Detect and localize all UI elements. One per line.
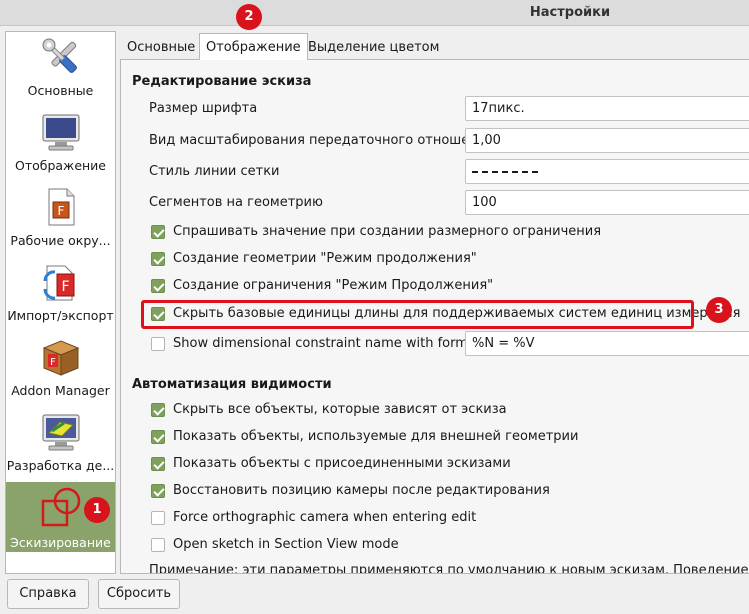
gear-scale-label: Вид масштабирования передаточного отноше… [149,133,494,148]
format-field[interactable]: %N = %V [465,331,749,356]
sidebar: Основные Отображение F Рабочие окру... F… [5,31,116,574]
tab-display[interactable]: Отображение [199,33,308,60]
checkbox[interactable] [151,430,165,444]
wrench-screwdriver-icon [42,38,77,73]
help-button[interactable]: Справка [7,579,89,609]
svg-text:F: F [58,204,65,218]
checkbox-label: Восстановить позицию камеры после редакт… [173,483,550,498]
segments-value: 100 [472,195,497,210]
note-text: Примечание: эти параметры применяются по… [149,563,749,574]
checkbox[interactable] [151,337,165,351]
sidebar-item-workbenches[interactable]: F Рабочие окру... [6,182,115,256]
sidebar-item-label: Эскизирование [10,535,111,550]
checkbox[interactable] [151,511,165,525]
section-title-editing: Редактирование эскиза [132,74,312,89]
addon-box-icon: F [42,340,80,376]
tab-color-highlight[interactable]: Выделение цветом [302,36,445,59]
gear-scale-field[interactable]: 1,00 [465,128,749,153]
checkbox-label: Создание ограничения "Режим Продолжения" [173,278,494,293]
checkbox-label: Open sketch in Section View mode [173,537,399,552]
svg-text:F: F [50,357,56,368]
checkbox[interactable] [151,484,165,498]
checkbox[interactable] [151,225,165,239]
checkbox-label: Скрыть все объекты, которые зависят от э… [173,402,507,417]
checkbox-label: Создание геометрии "Режим продолжения" [173,251,477,266]
segments-label: Сегментов на геометрию [149,195,323,210]
font-size-label: Размер шрифта [149,101,258,116]
checkbox[interactable] [151,538,165,552]
import-export-icon: F [43,265,75,301]
checkbox[interactable] [151,252,165,266]
title-bar: Настройки [0,0,749,26]
sidebar-item-label: Основные [27,83,94,98]
section-title-visibility: Автоматизация видимости [132,377,332,392]
sidebar-item-label: Разработка де... [6,458,115,473]
reset-button[interactable]: Сбросить [98,579,180,609]
segments-field[interactable]: 100 [465,190,749,215]
sidebar-item-label: Отображение [14,158,106,173]
checkbox-label: Показать объекты, используемые для внешн… [173,429,579,444]
font-size-field[interactable]: 17пикс. [465,96,749,121]
grid-style-select[interactable] [465,159,749,184]
grid-style-label: Стиль линии сетки [149,164,280,179]
sidebar-item-label: Импорт/экспорт [7,308,114,323]
gear-scale-value: 1,00 [472,133,501,148]
sidebar-item-general[interactable]: Основные [6,32,115,106]
annotation-badge-1: 1 [84,497,110,523]
workbench-document-icon: F [48,188,75,226]
checkbox-label: Show dimensional constraint name with fo… [173,336,481,351]
checkbox-label: Force orthographic camera when entering … [173,510,477,525]
svg-text:F: F [61,279,69,295]
window-title: Настройки [529,5,611,20]
sidebar-item-import-export[interactable]: F Импорт/экспорт [6,257,115,331]
font-size-value: 17пикс. [472,101,525,116]
dashed-line-preview [472,171,538,173]
sidebar-item-addon-manager[interactable]: F Addon Manager [6,332,115,406]
sidebar-item-label: Рабочие окру... [10,233,111,248]
annotation-badge-2: 2 [236,4,262,30]
checkbox[interactable] [151,457,165,471]
sidebar-item-part-design[interactable]: Разработка де... [6,407,115,481]
sidebar-item-label: Addon Manager [11,383,110,398]
part-design-icon [42,414,80,451]
checkbox[interactable] [151,403,165,417]
checkbox-label: Спрашивать значение при создании размерн… [173,224,602,239]
monitor-icon [42,114,80,151]
tab-general[interactable]: Основные [121,36,201,59]
checkbox-label: Показать объекты с присоединенными эскиз… [173,456,511,471]
checkbox[interactable] [151,279,165,293]
annotation-badge-3: 3 [706,297,732,323]
format-value: %N = %V [472,336,535,351]
settings-panel: Редактирование эскиза Размер шрифта 17пи… [120,59,749,574]
sidebar-item-display[interactable]: Отображение [6,107,115,181]
sketcher-icon [41,487,81,527]
settings-content: Редактирование эскиза Размер шрифта 17пи… [121,60,749,574]
highlight-box [141,300,694,329]
